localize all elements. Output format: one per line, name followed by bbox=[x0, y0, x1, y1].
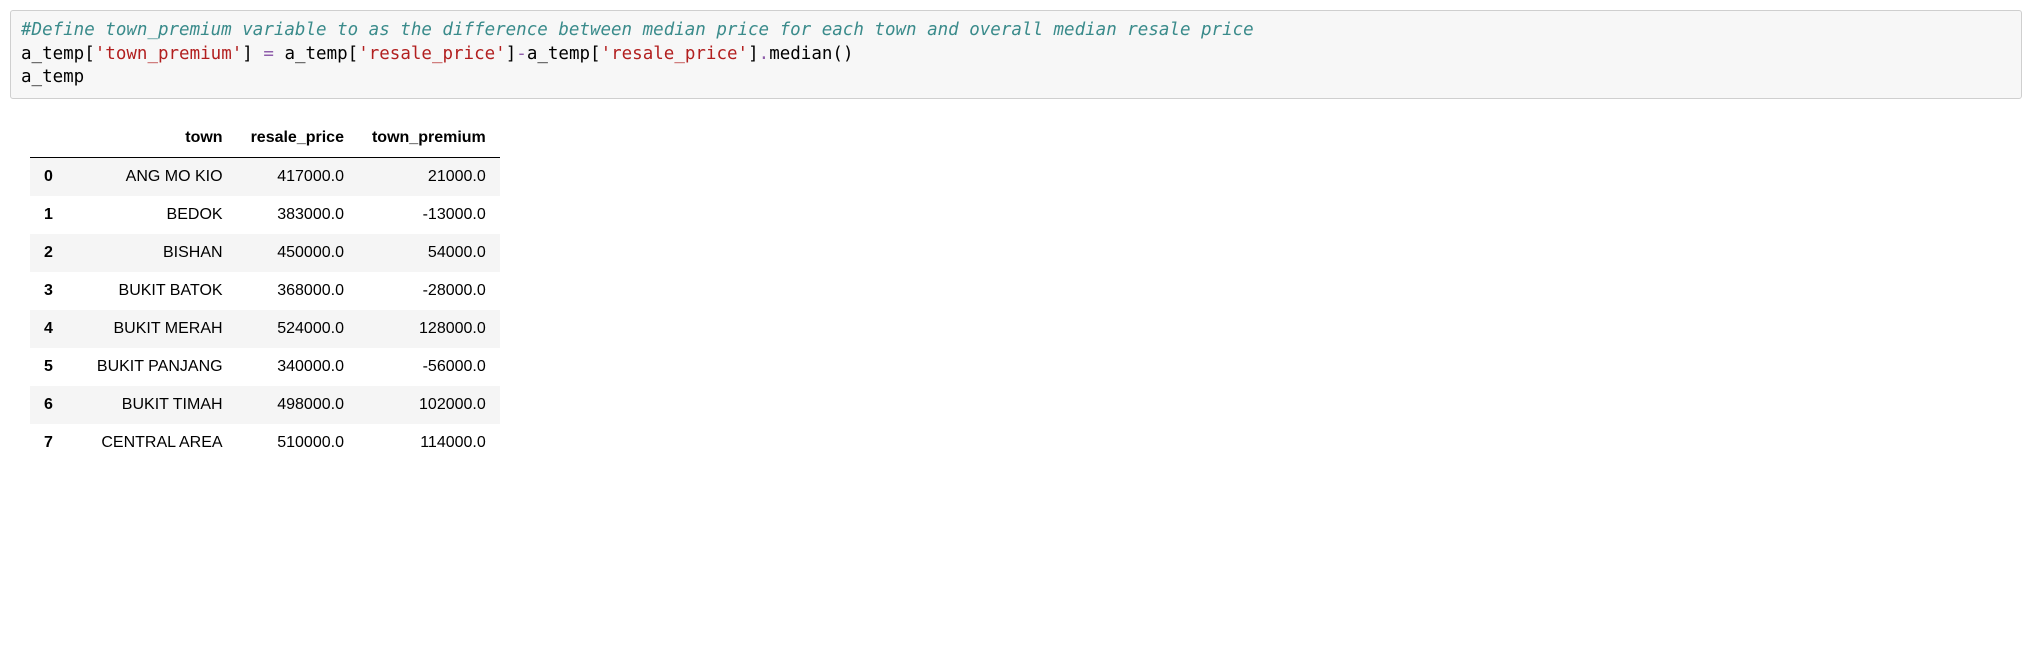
code-str2: 'resale_price' bbox=[358, 44, 506, 64]
cell-resale-price: 498000.0 bbox=[237, 386, 358, 424]
code-line2-b: ] bbox=[242, 44, 263, 64]
code-str3: 'resale_price' bbox=[601, 44, 749, 64]
cell-town-premium: 54000.0 bbox=[358, 234, 500, 272]
cell-town-premium: 128000.0 bbox=[358, 310, 500, 348]
table-row: 5 BUKIT PANJANG 340000.0 -56000.0 bbox=[30, 348, 500, 386]
cell-town: BUKIT PANJANG bbox=[83, 348, 237, 386]
col-header-town: town bbox=[83, 119, 237, 158]
code-line2-c: a_temp[ bbox=[274, 44, 358, 64]
code-line2-g: median() bbox=[769, 44, 853, 64]
row-index: 1 bbox=[30, 196, 83, 234]
code-minus: - bbox=[516, 44, 527, 64]
cell-town-premium: -56000.0 bbox=[358, 348, 500, 386]
table-row: 1 BEDOK 383000.0 -13000.0 bbox=[30, 196, 500, 234]
row-index: 2 bbox=[30, 234, 83, 272]
table-row: 0 ANG MO KIO 417000.0 21000.0 bbox=[30, 157, 500, 196]
dataframe-output: town resale_price town_premium 0 ANG MO … bbox=[10, 119, 2022, 462]
cell-town: CENTRAL AREA bbox=[83, 424, 237, 462]
code-comment: #Define town_premium variable to as the … bbox=[21, 20, 1254, 40]
dataframe-table: town resale_price town_premium 0 ANG MO … bbox=[30, 119, 500, 462]
cell-resale-price: 340000.0 bbox=[237, 348, 358, 386]
cell-resale-price: 510000.0 bbox=[237, 424, 358, 462]
table-header-row: town resale_price town_premium bbox=[30, 119, 500, 158]
code-line2-e: a_temp[ bbox=[527, 44, 601, 64]
row-index: 0 bbox=[30, 157, 83, 196]
cell-resale-price: 383000.0 bbox=[237, 196, 358, 234]
cell-town-premium: 102000.0 bbox=[358, 386, 500, 424]
table-row: 3 BUKIT BATOK 368000.0 -28000.0 bbox=[30, 272, 500, 310]
table-row: 6 BUKIT TIMAH 498000.0 102000.0 bbox=[30, 386, 500, 424]
table-row: 4 BUKIT MERAH 524000.0 128000.0 bbox=[30, 310, 500, 348]
cell-town: BISHAN bbox=[83, 234, 237, 272]
index-header bbox=[30, 119, 83, 158]
code-dot: . bbox=[759, 44, 770, 64]
cell-town: ANG MO KIO bbox=[83, 157, 237, 196]
code-line2-d: ] bbox=[506, 44, 517, 64]
cell-town-premium: -13000.0 bbox=[358, 196, 500, 234]
code-line2-f: ] bbox=[748, 44, 759, 64]
col-header-town-premium: town_premium bbox=[358, 119, 500, 158]
col-header-resale-price: resale_price bbox=[237, 119, 358, 158]
cell-town-premium: 114000.0 bbox=[358, 424, 500, 462]
row-index: 7 bbox=[30, 424, 83, 462]
row-index: 5 bbox=[30, 348, 83, 386]
code-line3: a_temp bbox=[21, 67, 84, 87]
cell-town: BUKIT TIMAH bbox=[83, 386, 237, 424]
cell-town: BUKIT BATOK bbox=[83, 272, 237, 310]
cell-resale-price: 524000.0 bbox=[237, 310, 358, 348]
table-row: 2 BISHAN 450000.0 54000.0 bbox=[30, 234, 500, 272]
row-index: 6 bbox=[30, 386, 83, 424]
row-index: 4 bbox=[30, 310, 83, 348]
cell-town: BEDOK bbox=[83, 196, 237, 234]
cell-resale-price: 417000.0 bbox=[237, 157, 358, 196]
code-eq: = bbox=[263, 44, 274, 64]
row-index: 3 bbox=[30, 272, 83, 310]
table-body: 0 ANG MO KIO 417000.0 21000.0 1 BEDOK 38… bbox=[30, 157, 500, 462]
cell-town-premium: -28000.0 bbox=[358, 272, 500, 310]
code-input-cell: #Define town_premium variable to as the … bbox=[10, 10, 2022, 99]
code-line2-a: a_temp[ bbox=[21, 44, 95, 64]
cell-resale-price: 368000.0 bbox=[237, 272, 358, 310]
cell-town-premium: 21000.0 bbox=[358, 157, 500, 196]
cell-resale-price: 450000.0 bbox=[237, 234, 358, 272]
cell-town: BUKIT MERAH bbox=[83, 310, 237, 348]
code-str1: 'town_premium' bbox=[95, 44, 243, 64]
table-row: 7 CENTRAL AREA 510000.0 114000.0 bbox=[30, 424, 500, 462]
